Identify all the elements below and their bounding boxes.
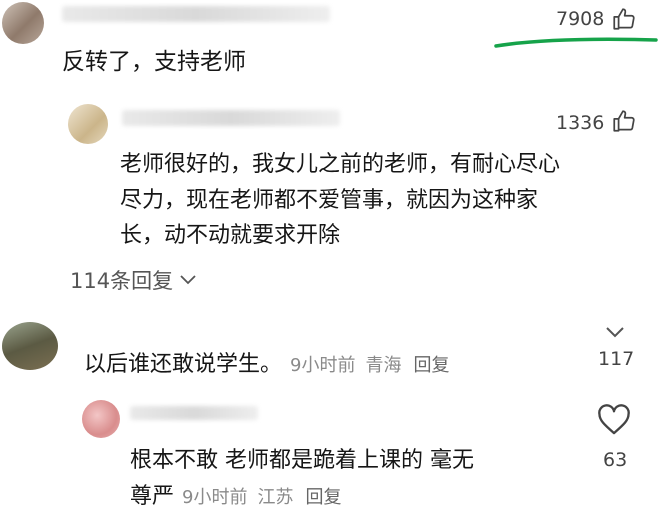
timestamp: 9小时前: [182, 487, 248, 508]
chevron-down-icon: [179, 271, 197, 290]
reply-line: 尊严 9小时前 江苏 回复: [130, 478, 341, 510]
avatar[interactable]: [2, 322, 58, 370]
reply-button[interactable]: 回复: [413, 351, 449, 377]
avatar[interactable]: [2, 2, 44, 44]
replies-toggle-label: 114条回复: [70, 269, 174, 293]
location: 青海: [365, 355, 402, 376]
comment-text: 以后谁还敢说学生。: [84, 352, 283, 377]
reply-button[interactable]: 回复: [305, 483, 341, 509]
avatar[interactable]: [82, 400, 120, 438]
reply-text-line: 尽力，现在老师都不爱管事，就因为这种家: [120, 188, 539, 213]
like-count: 63: [603, 449, 628, 471]
like-count: 7908: [556, 8, 605, 30]
timestamp: 9小时前: [290, 355, 356, 376]
heart-icon[interactable]: [596, 404, 632, 436]
reply-text-line: 老师很好的，我女儿之前的老师，有耐心尽心: [120, 152, 561, 177]
like-count: 117: [598, 348, 635, 370]
avatar[interactable]: [68, 104, 108, 144]
chevron-down-icon[interactable]: [604, 325, 626, 339]
username-blurred[interactable]: [130, 406, 258, 420]
thumbs-up-icon[interactable]: [611, 108, 637, 134]
location: 江苏: [257, 487, 294, 508]
annotation-underline: [494, 34, 658, 58]
reply-text-line: 根本不敢 老师都是跪着上课的 毫无: [130, 448, 474, 473]
reply-text-line: 尊严: [130, 484, 175, 509]
comment-line: 以后谁还敢说学生。 9小时前 青海 回复: [84, 346, 449, 378]
like-count: 1336: [556, 112, 605, 134]
thumbs-up-icon[interactable]: [611, 6, 637, 32]
username-blurred[interactable]: [62, 6, 330, 22]
username-blurred[interactable]: [122, 110, 340, 126]
view-replies-button[interactable]: 114条回复: [70, 265, 197, 295]
comment-text: 反转了，支持老师: [62, 49, 246, 75]
reply-text-line: 长，动不动就要求开除: [120, 223, 341, 248]
